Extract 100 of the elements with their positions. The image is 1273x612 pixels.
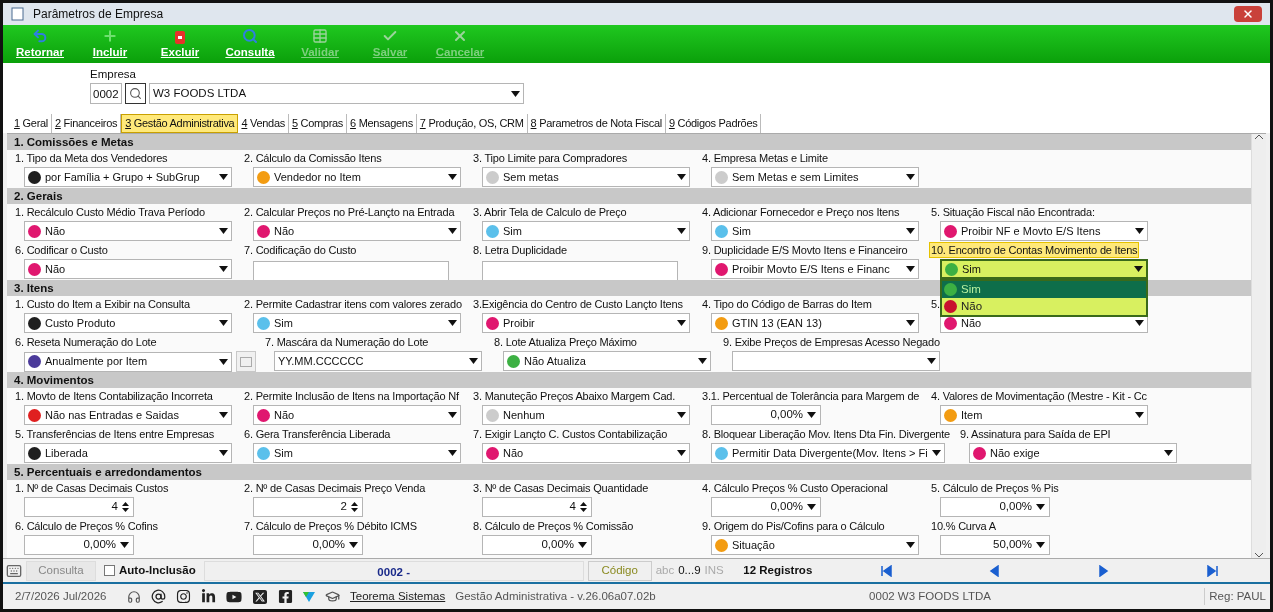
linkedin-icon[interactable] xyxy=(201,589,216,604)
caret-icon xyxy=(219,450,228,456)
dropdown-field[interactable]: Nenhum xyxy=(482,405,690,425)
dropdown-field[interactable]: Sim xyxy=(711,221,919,241)
dropdown-field[interactable]: Anualmente por Item xyxy=(24,351,232,372)
field-label: 5. Transferências de Itens entre Empresas xyxy=(14,427,216,441)
company-link[interactable]: Teorema Sistemas xyxy=(350,587,446,606)
field-label: 2. Nº de Casas Decimais Preço Venda xyxy=(243,481,427,495)
search-button[interactable] xyxy=(125,83,146,105)
dropdown-field[interactable]: Custo Produto xyxy=(24,313,232,333)
field-label: 2. Calcular Preços no Pré-Lançto na Entrada xyxy=(243,205,456,219)
dropdown-field[interactable]: Proibir Movto E/S Itens e Financ xyxy=(711,259,919,279)
caret-icon xyxy=(219,174,228,180)
field-label: 7. Exigir Lançto C. Custos Contabilização xyxy=(472,427,669,441)
dropdown-field[interactable]: YY.MM.CCCCCC xyxy=(274,351,482,371)
field-label: 1. Custo do Item a Exibir na Consulta xyxy=(14,297,191,311)
dropdown-field[interactable]: Não xyxy=(253,405,461,425)
dropdown-field[interactable]: Item xyxy=(940,405,1148,425)
dropdown-field[interactable]: Sem metas xyxy=(482,167,690,187)
percent-field[interactable]: 0,00% xyxy=(940,497,1050,517)
caret-icon xyxy=(349,542,358,548)
mode-label: 0...9 xyxy=(678,562,701,578)
record-count: 12 Registros xyxy=(742,562,814,578)
delete-icon xyxy=(175,29,185,44)
dropdown-field[interactable]: Não xyxy=(24,221,232,241)
dropdown-field[interactable]: GTIN 13 (EAN 13) xyxy=(711,313,919,333)
percent-field[interactable]: 0,00% xyxy=(711,405,821,425)
code-field[interactable]: 0002 xyxy=(90,83,122,105)
nav-icon xyxy=(1206,564,1219,577)
percent-field[interactable]: 0,00% xyxy=(24,535,134,555)
caret-icon xyxy=(578,542,587,548)
dropdown-field[interactable]: Sim xyxy=(253,313,461,333)
x-icon[interactable] xyxy=(252,588,268,605)
spin-field[interactable]: 2 xyxy=(253,497,363,517)
auto-inclusion-checkbox[interactable]: Auto-Inclusão xyxy=(100,561,200,580)
caret-icon xyxy=(511,90,520,97)
dropdown-field[interactable]: Sim xyxy=(253,443,461,463)
dropdown-field[interactable]: Sem Metas e sem Limites xyxy=(711,167,919,187)
dropdown-field[interactable]: Liberada xyxy=(24,443,232,463)
caret-icon xyxy=(1135,320,1144,326)
caret-icon xyxy=(448,174,457,180)
close-button[interactable] xyxy=(1234,6,1262,22)
dropdown-field[interactable]: Situação xyxy=(711,535,919,555)
dropdown-field[interactable]: por Família + Grupo + SubGrup xyxy=(24,167,232,187)
percent-field[interactable]: 0,00% xyxy=(711,497,821,517)
input-field[interactable] xyxy=(253,261,449,281)
caret-icon xyxy=(807,504,816,510)
field-label: 6. Cálculo de Preços % Cofins xyxy=(14,519,159,533)
caret-icon xyxy=(906,228,915,234)
field-label: 4. Tipo do Código de Barras do Item xyxy=(701,297,873,311)
caret-icon xyxy=(906,174,915,180)
dropdown-field[interactable]: Não xyxy=(253,221,461,241)
dropdown-field[interactable]: Não exige xyxy=(969,443,1178,463)
section-header: 5. Percentuais e arredondamentos xyxy=(7,464,1251,480)
percent-field[interactable]: 0,00% xyxy=(482,535,592,555)
dropdown-field[interactable]: Não nas Entradas e Saidas xyxy=(24,405,232,425)
date-label: 2/7/2026 Jul/2026 xyxy=(14,588,108,604)
dropdown-field[interactable]: Não xyxy=(482,443,690,463)
mode-label: abc xyxy=(655,562,675,578)
field-label: 9. Duplicidade E/S Movto Itens e Financeiro xyxy=(701,243,909,257)
caret-icon xyxy=(1135,412,1144,418)
tab[interactable]: 3 Gestão Administrativa xyxy=(121,114,239,133)
percent-field[interactable]: 0,00% xyxy=(253,535,363,555)
facebook-icon[interactable] xyxy=(278,589,293,604)
field-label: 1. Nº de Casas Decimais Custos xyxy=(14,481,170,495)
caret-icon xyxy=(219,228,228,234)
field-label: 4. Valores de Movimentação (Mestre - Kit - Cc xyxy=(930,389,1148,403)
caret-icon xyxy=(1135,228,1144,234)
dropdown-field[interactable]: Proibir xyxy=(482,313,690,333)
input-field[interactable] xyxy=(482,261,678,281)
dropdown-option[interactable]: Sim xyxy=(942,281,1146,298)
field-label: 7. Codificação do Custo xyxy=(243,243,358,257)
caret-icon xyxy=(219,320,228,326)
field-label: 2. Permite Inclusão de Itens na Importação Nf xyxy=(243,389,460,403)
dropdown-field[interactable]: Não xyxy=(24,259,232,279)
up-icon xyxy=(1255,134,1263,140)
dropdown-field[interactable]: Vendedor no Item xyxy=(253,167,461,187)
email-icon xyxy=(151,589,166,604)
caret-icon xyxy=(448,228,457,234)
caret-icon xyxy=(448,450,457,456)
spin-field[interactable]: 4 xyxy=(482,497,592,517)
spinner-icon xyxy=(580,501,587,513)
field-label: 10. Encontro de Contas Movimento de Itens xyxy=(930,243,1139,257)
caret-icon xyxy=(219,266,228,272)
scrollbar[interactable] xyxy=(1251,134,1266,558)
dropdown-field[interactable]: Proibir NF e Movto E/S Itens xyxy=(940,221,1148,241)
caret-icon xyxy=(448,320,457,326)
dropdown-field[interactable]: Não Atualiza xyxy=(503,351,711,371)
caret-icon xyxy=(906,542,915,548)
dropdown-field[interactable] xyxy=(732,351,940,371)
dropdown-option[interactable]: Não xyxy=(942,298,1146,315)
company-dropdown[interactable]: W3 FOODS LTDA xyxy=(149,83,524,105)
spin-field[interactable]: 4 xyxy=(24,497,134,517)
down-icon xyxy=(1255,552,1263,558)
caret-icon xyxy=(677,320,686,326)
dropdown-field[interactable]: Sim xyxy=(482,221,690,241)
field-label: 3. Manuteção Preços Abaixo Margem Cad. xyxy=(472,389,677,403)
percent-field[interactable]: 50,00% xyxy=(940,535,1050,555)
instagram-icon[interactable] xyxy=(176,589,191,604)
dropdown-field[interactable]: Permitir Data Divergente(Mov. Itens > Fi xyxy=(711,443,945,463)
